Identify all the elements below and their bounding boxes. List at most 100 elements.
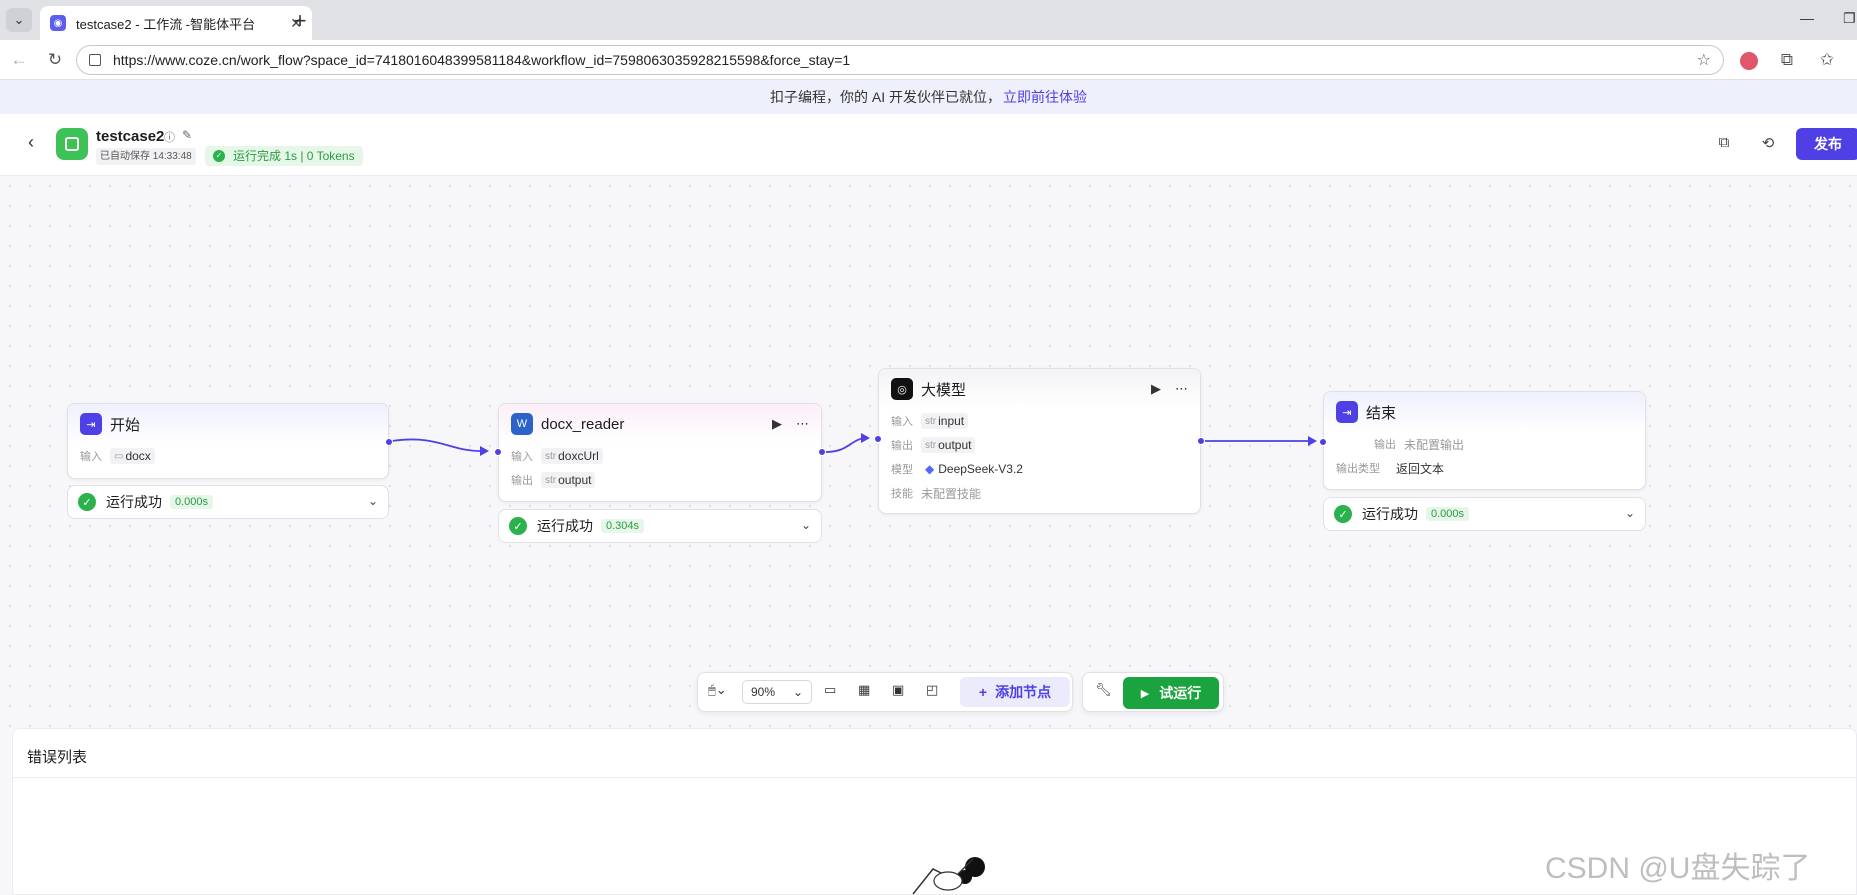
docx-result-label: 运行成功 bbox=[537, 518, 593, 534]
canvas-toolbar: 🖱︎⌄ 90% ⌄ ▭ ▦ ▣ ◰ + 添加节点 bbox=[697, 672, 1073, 712]
history-icon[interactable]: ⟲ bbox=[1757, 134, 1779, 156]
start-output-port[interactable] bbox=[385, 438, 393, 446]
llm-input-port[interactable] bbox=[874, 435, 882, 443]
end-input-port[interactable] bbox=[1319, 438, 1327, 446]
end-output-value: 未配置输出 bbox=[1404, 437, 1465, 452]
end-output-type-label: 输出类型 bbox=[1336, 463, 1380, 475]
check-icon: ✓ bbox=[213, 150, 225, 162]
run-status-badge[interactable]: ✓ 运行完成 1s | 0 Tokens bbox=[205, 146, 363, 166]
docx-output-port[interactable] bbox=[818, 448, 826, 456]
llm-skill-row: 技能 未配置技能 bbox=[879, 481, 1200, 505]
mouse-mode-icon[interactable]: 🖱︎⌄ bbox=[708, 682, 727, 698]
image-icon[interactable]: ▣ bbox=[892, 682, 904, 698]
favorites-icon[interactable]: ✩ bbox=[1816, 50, 1838, 70]
edge-arrow-llm bbox=[861, 433, 870, 443]
minimize-icon[interactable]: — bbox=[1800, 10, 1814, 26]
docx-input-type: str bbox=[545, 450, 557, 462]
run-node-icon[interactable]: ▶ bbox=[772, 416, 782, 432]
bookmark-star-icon[interactable]: ☆ bbox=[1697, 50, 1711, 70]
publish-button[interactable]: 发布 bbox=[1796, 128, 1857, 160]
llm-model-tag: ◆ DeepSeek-V3.2 bbox=[921, 461, 1027, 477]
minimap-icon[interactable]: ◰ bbox=[926, 682, 938, 698]
browser-tab[interactable]: ◉ testcase2 - 工作流 -智能体平台 ✕ bbox=[40, 6, 312, 40]
end-output-type-row: 输出类型 返回文本 bbox=[1324, 456, 1645, 480]
chevron-down-icon: ⌄ bbox=[792, 685, 803, 699]
csdn-watermark: CSDN @U盘失踪了 bbox=[1545, 852, 1811, 885]
wrench-icon[interactable]: 🔧︎ bbox=[1095, 682, 1112, 698]
copy-icon[interactable]: ⧉ bbox=[1713, 134, 1735, 156]
comment-icon[interactable]: ▭ bbox=[824, 682, 836, 698]
back-chevron-icon[interactable]: ‹ bbox=[28, 132, 34, 153]
restore-icon[interactable]: ❐ bbox=[1843, 10, 1856, 27]
start-node-header: ⇥ 开始 bbox=[68, 404, 388, 444]
back-arrow-icon[interactable]: ← bbox=[8, 50, 30, 70]
docx-input-port[interactable] bbox=[494, 448, 502, 456]
edit-icon[interactable]: ✎ bbox=[182, 128, 192, 142]
test-run-button[interactable]: ▶ 试运行 bbox=[1123, 677, 1219, 709]
llm-input-label: 输入 bbox=[891, 416, 913, 428]
info-icon[interactable]: ⓘ bbox=[164, 129, 175, 145]
zoom-value: 90% bbox=[751, 685, 776, 699]
workflow-name: testcase2 bbox=[96, 128, 165, 145]
workflow-canvas[interactable]: ⇥ 开始 输入 ▭ docx ✓ 运行成功 0.000s ⌄ W docx_re… bbox=[0, 176, 1857, 728]
empty-illustration bbox=[912, 857, 985, 895]
run-status-text: 运行完成 1s | 0 Tokens bbox=[233, 149, 355, 163]
llm-output-port[interactable] bbox=[1197, 437, 1205, 445]
start-result-bar[interactable]: ✓ 运行成功 0.000s ⌄ bbox=[67, 485, 389, 519]
end-node-title: 结束 bbox=[1366, 404, 1397, 422]
start-node[interactable]: ⇥ 开始 输入 ▭ docx bbox=[67, 403, 393, 479]
extension-icon[interactable] bbox=[1740, 52, 1758, 70]
end-result-label: 运行成功 bbox=[1362, 506, 1418, 522]
llm-node-header: ◎ 大模型 ▶ ⋯ bbox=[879, 369, 1200, 409]
end-node[interactable]: ⇥ 结束 输出 未配置输出 输出类型 返回文本 bbox=[1319, 391, 1646, 490]
llm-output-tag: str output bbox=[921, 437, 976, 453]
reload-icon[interactable]: ↻ bbox=[44, 50, 66, 70]
banner-link[interactable]: 立即前往体验 bbox=[1003, 87, 1087, 107]
docx-input-tag: str doxcUrl bbox=[541, 448, 603, 464]
chevron-down-icon[interactable]: ⌄ bbox=[368, 494, 378, 508]
end-output-type-value: 返回文本 bbox=[1396, 461, 1445, 476]
folder-icon: ▭ bbox=[114, 450, 124, 462]
run-node-icon[interactable]: ▶ bbox=[1151, 381, 1161, 397]
docx-result-bar[interactable]: ✓ 运行成功 0.304s ⌄ bbox=[498, 509, 822, 543]
deepseek-whale-icon: ◆ bbox=[925, 462, 935, 476]
error-list-title: 错误列表 bbox=[27, 749, 88, 766]
site-info-icon[interactable] bbox=[89, 54, 101, 66]
docx-node-title: docx_reader bbox=[541, 415, 625, 433]
end-result-bar[interactable]: ✓ 运行成功 0.000s ⌄ bbox=[1323, 497, 1646, 531]
llm-output-label: 输出 bbox=[891, 440, 913, 452]
docx-input-value: doxcUrl bbox=[558, 449, 599, 463]
end-result-time: 0.000s bbox=[1426, 507, 1470, 521]
end-output-row: 输出 未配置输出 bbox=[1324, 432, 1645, 456]
more-icon[interactable]: ⋯ bbox=[1175, 381, 1188, 397]
llm-output-row: 输出 str output bbox=[879, 433, 1200, 457]
docx-input-row: 输入 str doxcUrl bbox=[499, 444, 821, 468]
add-node-button[interactable]: + 添加节点 bbox=[960, 677, 1070, 707]
start-input-label: 输入 bbox=[80, 451, 102, 463]
new-tab-icon[interactable]: + bbox=[288, 8, 312, 34]
url-text: https://www.coze.cn/work_flow?space_id=7… bbox=[113, 52, 851, 68]
docx-reader-node[interactable]: W docx_reader ▶ ⋯ 输入 str doxcUrl 输出 str … bbox=[494, 403, 826, 502]
llm-node[interactable]: ◎ 大模型 ▶ ⋯ 输入 str input 输出 str output 模型 … bbox=[874, 368, 1205, 514]
address-bar[interactable]: https://www.coze.cn/work_flow?space_id=7… bbox=[76, 45, 1724, 75]
docx-node-header: W docx_reader ▶ ⋯ bbox=[499, 404, 821, 444]
autosave-label: 已自动保存 14:33:48 bbox=[96, 148, 196, 165]
end-node-header: ⇥ 结束 bbox=[1324, 392, 1645, 432]
coze-favicon-icon: ◉ bbox=[50, 15, 66, 31]
edge-arrow-end bbox=[1308, 436, 1317, 446]
tab-search-icon[interactable]: ⌄ bbox=[6, 8, 32, 32]
more-icon[interactable]: ⋯ bbox=[796, 416, 809, 432]
extensions-puzzle-icon[interactable]: ⧉ bbox=[1776, 50, 1798, 70]
layout-grid-icon[interactable]: ▦ bbox=[858, 682, 870, 698]
workflow-app-icon bbox=[56, 128, 88, 160]
start-input-value: docx bbox=[125, 449, 151, 463]
llm-input-row: 输入 str input bbox=[879, 409, 1200, 433]
plus-icon: + bbox=[978, 684, 988, 700]
llm-skill-label: 技能 bbox=[891, 488, 913, 500]
chevron-down-icon[interactable]: ⌄ bbox=[801, 518, 811, 532]
llm-icon: ◎ bbox=[891, 378, 913, 400]
zoom-select[interactable]: 90% ⌄ bbox=[742, 680, 812, 704]
start-input-row: 输入 ▭ docx bbox=[68, 444, 388, 468]
play-icon: ▶ bbox=[1140, 687, 1150, 700]
chevron-down-icon[interactable]: ⌄ bbox=[1625, 506, 1635, 520]
